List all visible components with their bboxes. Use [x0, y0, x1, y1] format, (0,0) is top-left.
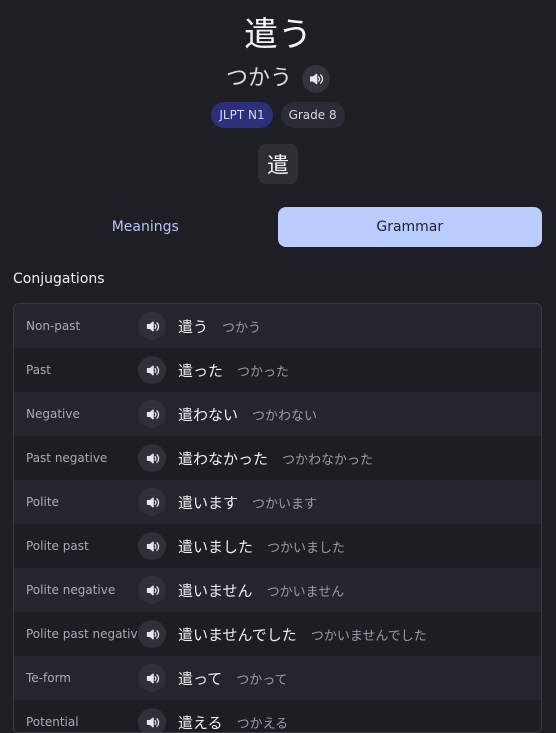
grade-badge: Grade 8 — [280, 102, 345, 128]
conjugation-label: Polite negative — [26, 583, 116, 597]
conjugation-form: 遣いません — [178, 581, 253, 600]
play-conjugation-button[interactable] — [138, 356, 166, 384]
conjugation-table: Non-past 遣う つかう Past 遣った つかった Negative 遣わない つかわな… — [13, 303, 542, 733]
conjugation-form: 遣って — [178, 669, 223, 688]
conjugation-row: Polite negative 遣いません つかいません — [14, 568, 541, 612]
entry-header: 遣う つかう JLPT N1 Grade 8 遣 — [0, 0, 556, 184]
speaker-icon — [146, 673, 159, 683]
conjugation-kana: つかいません — [266, 584, 345, 600]
kanji-title: 遣う — [244, 15, 312, 55]
jlpt-badge: JLPT N1 — [211, 102, 273, 128]
conjugation-label: Negative — [26, 407, 80, 421]
conjugation-kana: つかえる — [236, 716, 289, 732]
tab-meanings[interactable]: Meanings — [13, 207, 278, 247]
conjugation-form: 遣える — [178, 713, 223, 732]
conjugation-row: Non-past 遣う つかう — [14, 304, 541, 348]
badge-row: JLPT N1 Grade 8 — [211, 102, 345, 128]
conjugation-kana: つかいませんでした — [310, 628, 427, 644]
play-conjugation-button[interactable] — [138, 488, 166, 516]
speaker-icon — [146, 541, 159, 551]
conjugation-label: Polite past negative — [26, 627, 145, 641]
conjugation-row: Polite past 遣いました つかいました — [14, 524, 541, 568]
play-conjugation-button[interactable] — [138, 576, 166, 604]
conjugation-form: 遣わなかった — [178, 449, 269, 468]
play-conjugation-button[interactable] — [138, 664, 166, 692]
conjugation-label: Past — [26, 363, 52, 377]
conjugation-label: Polite past — [26, 539, 89, 553]
conjugation-form: 遣いませんでした — [178, 625, 297, 644]
speaker-icon — [146, 321, 159, 331]
reading-text: つかう — [225, 66, 292, 91]
play-reading-button[interactable] — [302, 65, 330, 93]
play-conjugation-button[interactable] — [138, 444, 166, 472]
tab-bar: Meanings Grammar — [13, 207, 542, 247]
speaker-icon — [146, 717, 159, 727]
speaker-icon — [146, 629, 159, 639]
play-conjugation-button[interactable] — [138, 312, 166, 340]
conjugation-row: Past 遣った つかった — [14, 348, 541, 392]
speaker-icon — [146, 585, 159, 595]
conjugation-row: Te-form 遣って つかって — [14, 656, 541, 700]
conjugation-kana: つかって — [236, 672, 288, 688]
conjugation-kana: つかいました — [267, 540, 346, 556]
conjugation-row: Potential 遣える つかえる — [14, 700, 541, 732]
speaker-icon — [310, 73, 324, 85]
play-conjugation-button[interactable] — [138, 532, 166, 560]
play-conjugation-button[interactable] — [138, 708, 166, 732]
speaker-icon — [146, 497, 159, 507]
conjugation-kana: つかわなかった — [282, 452, 374, 468]
conjugation-form: 遣います — [178, 493, 239, 512]
conjugation-row: Polite 遣います つかいます — [14, 480, 541, 524]
conjugation-label: Polite — [26, 495, 59, 509]
conjugation-label: Non-past — [26, 319, 81, 333]
conjugation-kana: つかった — [237, 364, 290, 380]
conjugation-form: 遣いました — [178, 537, 254, 556]
speaker-icon — [146, 409, 159, 419]
kanji-component-chip[interactable]: 遣 — [258, 144, 298, 184]
conjugation-form: 遣う — [178, 317, 209, 336]
conjugation-kana: つかいます — [252, 496, 318, 512]
conjugation-kana: つかわない — [252, 408, 318, 424]
conjugation-form: 遣わない — [178, 405, 239, 424]
tab-grammar[interactable]: Grammar — [277, 207, 542, 247]
reading-row: つかう — [226, 64, 330, 94]
speaker-icon — [146, 453, 159, 463]
conjugation-row: Polite past negative 遣いませんでした つかいませんでした — [14, 612, 541, 656]
conjugation-row: Past negative 遣わなかった つかわなかった — [14, 436, 541, 480]
speaker-icon — [146, 365, 159, 375]
conjugation-label: Te-form — [26, 671, 71, 685]
play-conjugation-button[interactable] — [138, 620, 166, 648]
conjugation-row: Negative 遣わない つかわない — [14, 392, 541, 436]
conjugation-kana: つかう — [222, 320, 262, 336]
play-conjugation-button[interactable] — [138, 400, 166, 428]
conjugation-form: 遣った — [178, 361, 224, 380]
conjugations-heading: Conjugations — [13, 271, 105, 287]
conjugation-label: Past negative — [26, 451, 108, 465]
